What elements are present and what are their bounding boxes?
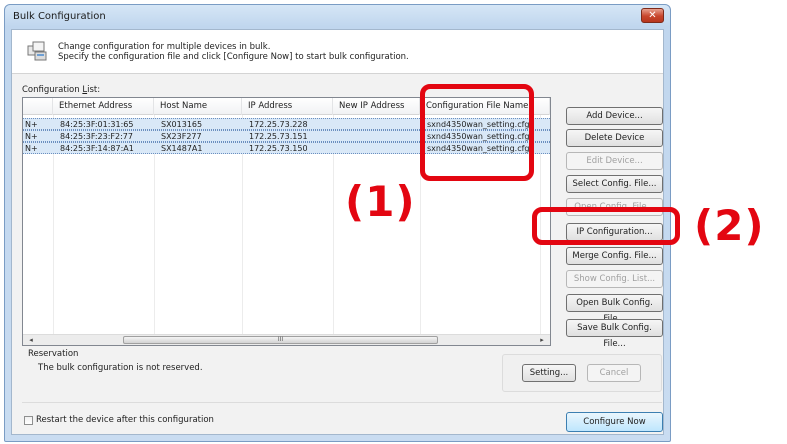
cell-host-name: SX1487A1: [161, 144, 203, 153]
edit-device-button[interactable]: Edit Device...: [566, 152, 663, 170]
title-bar: Bulk Configuration ✕: [5, 5, 670, 29]
label-text: Configuration: [22, 85, 83, 95]
merge-config-file-button[interactable]: Merge Config. File...: [566, 247, 663, 265]
column-ethernet-address[interactable]: Ethernet Address: [53, 98, 154, 115]
label-text-end: ist:: [87, 85, 101, 95]
header-line-2: Specify the configuration file and click…: [58, 52, 409, 62]
dialog-header: Change configuration for multiple device…: [12, 30, 663, 74]
header-line-1: Change configuration for multiple device…: [58, 42, 271, 52]
close-button[interactable]: ✕: [641, 8, 664, 23]
scrollbar-thumb[interactable]: III: [123, 336, 438, 344]
setting-button[interactable]: Setting...: [522, 364, 576, 382]
horizontal-scrollbar[interactable]: ◂ III ▸: [23, 334, 550, 345]
show-config-list-button[interactable]: Show Config. List...: [566, 270, 663, 288]
column-host-name[interactable]: Host Name: [154, 98, 242, 115]
annotation-box-ip-configuration: [532, 207, 680, 245]
annotation-label-2: (2): [694, 201, 765, 250]
scroll-right-icon[interactable]: ▸: [536, 335, 548, 345]
restart-option[interactable]: Restart the device after this configurat…: [24, 415, 214, 425]
cancel-button[interactable]: Cancel: [587, 364, 641, 382]
configuration-list-label: Configuration List:: [22, 85, 100, 95]
restart-label: Restart the device after this configurat…: [36, 415, 214, 425]
header-description: Change configuration for multiple device…: [58, 42, 409, 62]
reservation-title: Reservation: [28, 349, 79, 359]
configure-now-button[interactable]: Configure Now: [566, 412, 663, 432]
annotation-label-1: (1): [345, 177, 416, 226]
column-new-ip-address[interactable]: New IP Address: [333, 98, 420, 115]
reservation-actions: Setting... Cancel: [502, 354, 662, 392]
save-bulk-config-file-button[interactable]: Save Bulk Config. File...: [566, 319, 663, 349]
scroll-left-icon[interactable]: ◂: [25, 335, 37, 345]
cell-ip-address: 172.25.73.150: [249, 144, 308, 153]
column-ip-address[interactable]: IP Address: [242, 98, 333, 115]
cell-status: N+: [25, 144, 38, 153]
cell-ethernet-address: 84:25:3F:14:87:A1: [60, 144, 134, 153]
select-config-file-button[interactable]: Select Config. File...: [566, 175, 663, 193]
restart-checkbox[interactable]: [24, 416, 33, 425]
add-device-button[interactable]: Add Device...: [566, 107, 663, 125]
open-bulk-config-file-button[interactable]: Open Bulk Config. File...: [566, 294, 663, 324]
devices-icon: [27, 41, 47, 61]
window-title: Bulk Configuration: [13, 11, 106, 22]
delete-device-button[interactable]: Delete Device: [566, 129, 663, 147]
column-status[interactable]: [23, 98, 53, 115]
reservation-status: The bulk configuration is not reserved.: [38, 363, 203, 373]
annotation-box-config-file: [420, 84, 534, 181]
reservation-group: Reservation The bulk configuration is no…: [22, 348, 662, 396]
divider: [22, 402, 662, 403]
